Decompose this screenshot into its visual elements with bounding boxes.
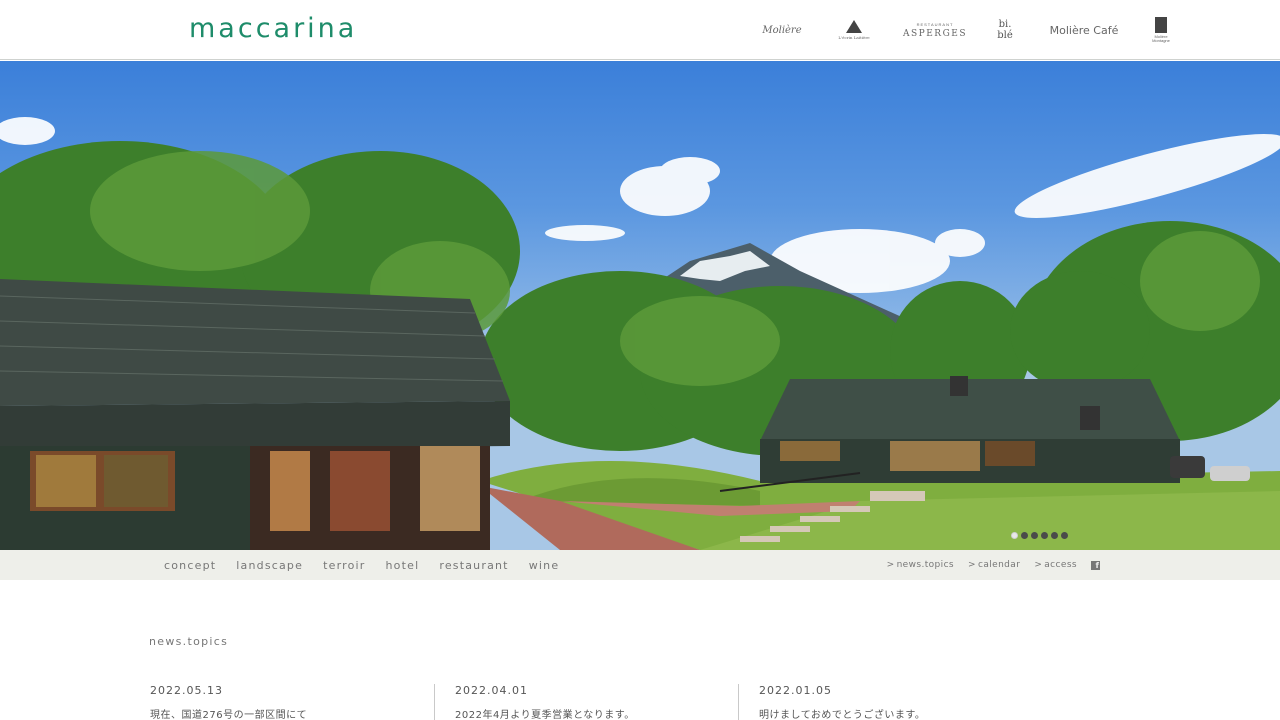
news-date: 2022.05.13	[150, 684, 223, 697]
brand-cafe-label: Molière Café	[1049, 23, 1119, 37]
site-logo[interactable]: maccarina	[189, 14, 357, 44]
brand-asperges-small-label: RESTAURANT	[916, 21, 954, 27]
subnav-access-label: access	[1044, 560, 1077, 570]
nav-restaurant[interactable]: restaurant	[439, 559, 508, 572]
news-item[interactable]: 2022.05.13 現在、国道276号の一部区間にて	[150, 684, 430, 720]
nav-terroir[interactable]: terroir	[323, 559, 365, 572]
nav-hotel[interactable]: hotel	[386, 559, 420, 572]
news-title[interactable]: 2022年4月より夏季営業となります。	[455, 706, 738, 720]
brand-asperges-label: ASPERGES	[903, 28, 967, 39]
slide-dot-6[interactable]	[1061, 532, 1068, 539]
chevron-right-icon: >	[886, 560, 895, 570]
nav-landscape[interactable]: landscape	[236, 559, 303, 572]
news-title[interactable]: 現在、国道276号の一部区間にて	[150, 706, 430, 720]
brand-mountain-link[interactable]: Molière Montagne	[1150, 0, 1172, 60]
brand-moliere-label: Molière	[762, 24, 802, 36]
slide-dot-5[interactable]	[1051, 532, 1058, 539]
nav-wine[interactable]: wine	[529, 559, 560, 572]
triangle-logo-icon	[846, 20, 862, 33]
facebook-icon[interactable]: f	[1091, 560, 1100, 570]
news-heading: news.topics	[149, 635, 229, 648]
brand-lecrin-link[interactable]: L'écrin Laitière	[836, 0, 872, 60]
site-header: maccarina Molière L'écrin Laitière RESTA…	[0, 0, 1280, 60]
subnav-access[interactable]: > access	[1034, 560, 1077, 570]
slide-dot-4[interactable]	[1041, 532, 1048, 539]
subnav-calendar[interactable]: > calendar	[968, 560, 1020, 570]
subnav-news-topics-label: news.topics	[896, 560, 955, 570]
news-title[interactable]: 明けましておめでとうございます。	[759, 706, 1042, 720]
main-navigation-bar: concept landscape terroir hotel restaura…	[0, 550, 1280, 580]
slide-dot-1[interactable]	[1011, 532, 1018, 539]
nav-concept[interactable]: concept	[164, 559, 216, 572]
brand-bible-link[interactable]: bi. blé	[993, 0, 1017, 60]
subnav-news-topics[interactable]: > news.topics	[887, 560, 954, 570]
subnav-calendar-label: calendar	[977, 560, 1021, 570]
chevron-right-icon: >	[968, 560, 976, 570]
sub-nav: > news.topics > calendar > access f	[887, 550, 1100, 580]
slideshow-pagination	[1011, 532, 1068, 539]
news-date: 2022.01.05	[759, 684, 832, 697]
hero-landscape-image	[0, 117, 1280, 550]
brand-mountain-label: Molière Montagne	[1152, 34, 1170, 43]
news-item[interactable]: 2022.04.01 2022年4月より夏季営業となります。	[434, 684, 738, 720]
news-item[interactable]: 2022.01.05 明けましておめでとうございます。	[738, 684, 1042, 720]
news-date: 2022.04.01	[455, 684, 528, 697]
mountain-logo-icon	[1155, 17, 1167, 33]
brand-asperges-link[interactable]: RESTAURANT ASPERGES	[903, 0, 967, 60]
brand-bible-line1: bi.	[998, 19, 1012, 30]
brand-lecrin-label: L'écrin Laitière	[838, 35, 870, 40]
chevron-right-icon: >	[1034, 560, 1043, 570]
slide-dot-2[interactable]	[1021, 532, 1028, 539]
brand-moliere-link[interactable]: Molière	[760, 0, 804, 60]
brand-bible-line2: blé	[997, 30, 1013, 41]
hero-slideshow[interactable]	[0, 61, 1280, 550]
main-nav: concept landscape terroir hotel restaura…	[164, 550, 559, 580]
brand-cafe-link[interactable]: Molière Café	[1046, 0, 1122, 60]
brand-links: Molière L'écrin Laitière RESTAURANT ASPE…	[680, 0, 1280, 60]
slide-dot-3[interactable]	[1031, 532, 1038, 539]
